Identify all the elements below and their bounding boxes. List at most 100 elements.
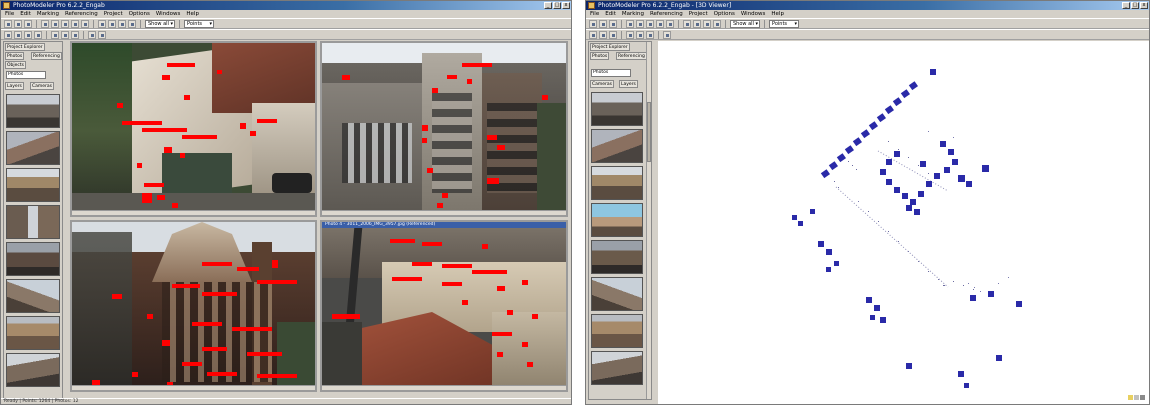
menu-marking[interactable]: Marking bbox=[622, 10, 644, 18]
reference-marker[interactable] bbox=[182, 362, 202, 366]
reference-marker[interactable] bbox=[144, 183, 164, 187]
pan-icon[interactable] bbox=[118, 19, 126, 28]
reference-marker[interactable] bbox=[442, 193, 448, 198]
tab-project-explorer[interactable]: Project Explorer bbox=[590, 43, 630, 51]
open-icon[interactable] bbox=[599, 19, 607, 28]
panel-filter-select[interactable]: Photos bbox=[591, 69, 631, 77]
reference-marker[interactable] bbox=[112, 294, 122, 299]
camera-icon[interactable] bbox=[609, 30, 617, 39]
photo-thumbnail[interactable] bbox=[6, 168, 60, 202]
reference-marker[interactable] bbox=[257, 374, 297, 378]
photo-thumbnail[interactable] bbox=[6, 353, 60, 387]
photo-thumbnail[interactable] bbox=[6, 205, 60, 239]
mark-type-dropdown[interactable]: Points bbox=[184, 19, 214, 28]
visibility-dropdown[interactable]: Show all bbox=[730, 19, 760, 28]
reference-marker[interactable] bbox=[184, 95, 190, 100]
reference-icon[interactable] bbox=[71, 19, 79, 28]
surface-icon[interactable] bbox=[71, 30, 79, 39]
reference-marker[interactable] bbox=[522, 280, 528, 285]
zoom-in-icon[interactable] bbox=[98, 19, 106, 28]
reference-marker[interactable] bbox=[342, 75, 350, 80]
tab-objects[interactable]: Objects bbox=[5, 61, 27, 69]
pointer-icon[interactable] bbox=[41, 19, 49, 28]
scrollbar-thumb[interactable] bbox=[647, 102, 651, 162]
horizontal-scrollbar[interactable] bbox=[72, 385, 315, 390]
menu-project[interactable]: Project bbox=[689, 10, 708, 18]
reference-marker[interactable] bbox=[542, 95, 548, 100]
process-icon[interactable] bbox=[666, 19, 674, 28]
reference-marker[interactable] bbox=[250, 131, 256, 136]
reference-marker[interactable] bbox=[240, 123, 246, 129]
reference-marker[interactable] bbox=[162, 75, 170, 80]
menu-windows[interactable]: Windows bbox=[156, 10, 181, 18]
subtab-cameras[interactable]: Cameras bbox=[30, 82, 55, 90]
reference-marker[interactable] bbox=[532, 314, 538, 319]
maximize-icon[interactable]: □ bbox=[1131, 2, 1139, 9]
photo-thumbnail[interactable] bbox=[6, 131, 60, 165]
photo-viewport-4[interactable]: Photo 4 - 3011_2006_IMG_3957.jpg (Refere… bbox=[320, 220, 568, 392]
reference-marker[interactable] bbox=[422, 125, 428, 131]
menu-project[interactable]: Project bbox=[104, 10, 123, 18]
camera-icon[interactable] bbox=[24, 30, 32, 39]
menu-options[interactable]: Options bbox=[714, 10, 735, 18]
maximize-icon[interactable]: □ bbox=[553, 2, 561, 9]
photo-thumbnail[interactable] bbox=[591, 203, 643, 237]
3d-viewer-canvas[interactable] bbox=[658, 41, 1149, 404]
mark-point-icon[interactable] bbox=[636, 19, 644, 28]
menu-referencing[interactable]: Referencing bbox=[650, 10, 683, 18]
reference-marker[interactable] bbox=[172, 203, 178, 208]
menu-help[interactable]: Help bbox=[771, 10, 784, 18]
minimize-icon[interactable]: _ bbox=[1122, 2, 1130, 9]
reference-marker[interactable] bbox=[522, 342, 528, 347]
reference-marker[interactable] bbox=[437, 203, 443, 208]
zoom-out-icon[interactable] bbox=[693, 19, 701, 28]
photo-thumbnail[interactable] bbox=[591, 277, 643, 311]
orbit-icon[interactable] bbox=[636, 30, 644, 39]
panel-filter-select[interactable]: Photos bbox=[6, 71, 46, 79]
tab-referencing[interactable]: Referencing bbox=[616, 52, 647, 60]
tab-photos[interactable]: Photos bbox=[590, 52, 610, 60]
reference-icon[interactable] bbox=[656, 19, 664, 28]
photo-thumbnail[interactable] bbox=[6, 242, 60, 276]
photo-thumbnail[interactable] bbox=[591, 166, 643, 200]
reference-marker[interactable] bbox=[462, 300, 468, 305]
pan-icon[interactable] bbox=[703, 19, 711, 28]
horizontal-scrollbar[interactable] bbox=[322, 385, 566, 390]
reference-marker[interactable] bbox=[164, 147, 172, 153]
reference-marker[interactable] bbox=[192, 322, 222, 326]
reference-marker[interactable] bbox=[137, 163, 142, 168]
reference-marker[interactable] bbox=[202, 347, 227, 351]
reference-marker[interactable] bbox=[162, 340, 170, 346]
photo-thumbnail[interactable] bbox=[591, 129, 643, 163]
reference-marker[interactable] bbox=[202, 262, 232, 266]
reference-marker[interactable] bbox=[412, 262, 432, 266]
photo-icon[interactable] bbox=[599, 30, 607, 39]
reference-marker[interactable] bbox=[180, 153, 185, 158]
reference-marker[interactable] bbox=[247, 352, 282, 356]
process-icon[interactable] bbox=[81, 19, 89, 28]
fit-view-icon[interactable] bbox=[646, 30, 654, 39]
reference-marker[interactable] bbox=[147, 314, 153, 319]
reference-marker[interactable] bbox=[427, 168, 433, 173]
horizontal-scrollbar[interactable] bbox=[72, 210, 315, 215]
3d-view-icon[interactable] bbox=[128, 19, 136, 28]
new-project-icon[interactable] bbox=[4, 19, 12, 28]
close-icon[interactable]: x bbox=[1140, 2, 1148, 9]
close-icon[interactable]: x bbox=[562, 2, 570, 9]
horizontal-scrollbar[interactable] bbox=[322, 210, 566, 215]
rotate-icon[interactable] bbox=[626, 30, 634, 39]
reference-marker[interactable] bbox=[390, 239, 415, 243]
save-icon[interactable] bbox=[24, 19, 32, 28]
reference-marker[interactable] bbox=[232, 327, 272, 331]
reference-marker[interactable] bbox=[487, 135, 497, 140]
reference-marker[interactable] bbox=[257, 280, 297, 284]
reference-marker[interactable] bbox=[492, 332, 512, 336]
tab-project-explorer[interactable]: Project Explorer bbox=[5, 43, 45, 51]
reference-marker[interactable] bbox=[442, 264, 472, 268]
menu-help[interactable]: Help bbox=[186, 10, 199, 18]
mark-type-dropdown[interactable]: Points bbox=[769, 19, 799, 28]
reference-marker[interactable] bbox=[332, 314, 360, 319]
reference-marker[interactable] bbox=[497, 352, 503, 357]
reference-marker[interactable] bbox=[132, 372, 138, 377]
reference-marker[interactable] bbox=[172, 284, 200, 288]
